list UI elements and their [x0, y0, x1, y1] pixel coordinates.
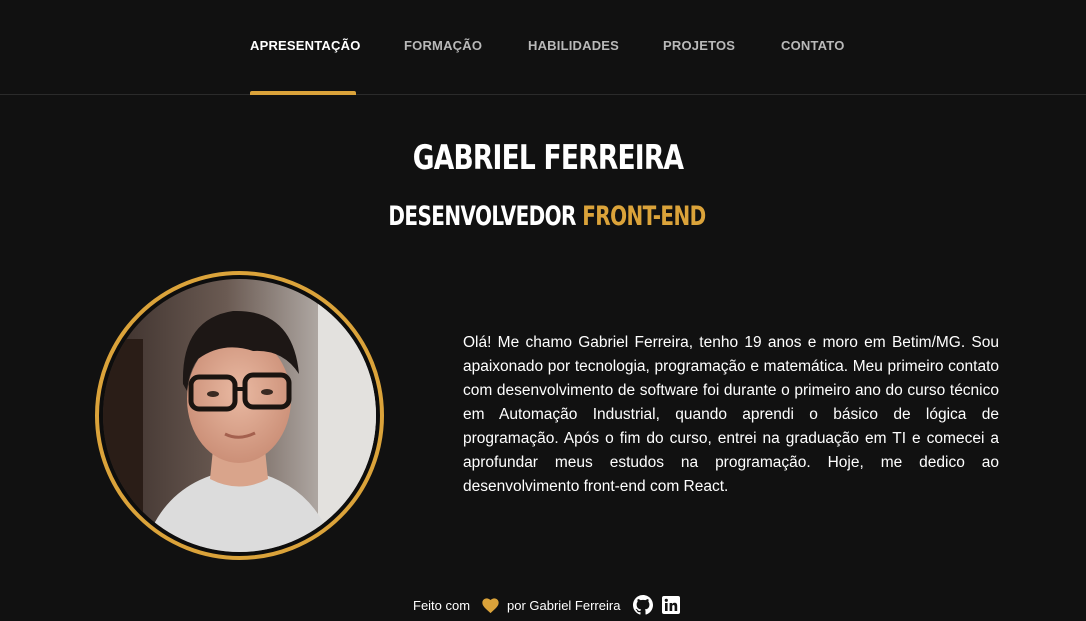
profile-name: GABRIEL FERREIRA [412, 138, 684, 178]
avatar [95, 271, 384, 560]
active-tab-indicator [250, 91, 356, 95]
role-prefix: DESENVOLVEDOR [388, 201, 576, 232]
footer-made-with: Feito com [413, 598, 471, 613]
profile-photo-illustration [103, 279, 376, 552]
nav-item-habilidades[interactable]: HABILIDADES [528, 38, 619, 53]
role-accent: FRONT-END [582, 201, 706, 232]
profile-role: DESENVOLVEDOR FRONT-END [142, 201, 952, 232]
linkedin-icon[interactable] [662, 596, 680, 614]
bio-text: Olá! Me chamo Gabriel Ferreira, tenho 19… [463, 334, 999, 495]
github-icon[interactable] [633, 595, 653, 615]
top-navigation: APRESENTAÇÃO FORMAÇÃO HABILIDADES PROJET… [0, 0, 1086, 95]
footer-author: por Gabriel Ferreira [507, 598, 621, 613]
nav-item-contato[interactable]: CONTATO [781, 38, 845, 53]
nav-item-apresentacao[interactable]: APRESENTAÇÃO [250, 38, 361, 53]
nav-item-formacao[interactable]: FORMAÇÃO [404, 38, 482, 53]
profile-photo [103, 279, 376, 552]
nav-item-projetos[interactable]: PROJETOS [663, 38, 735, 53]
footer: Feito com por Gabriel Ferreira [0, 594, 1086, 618]
heart-icon [482, 598, 499, 614]
